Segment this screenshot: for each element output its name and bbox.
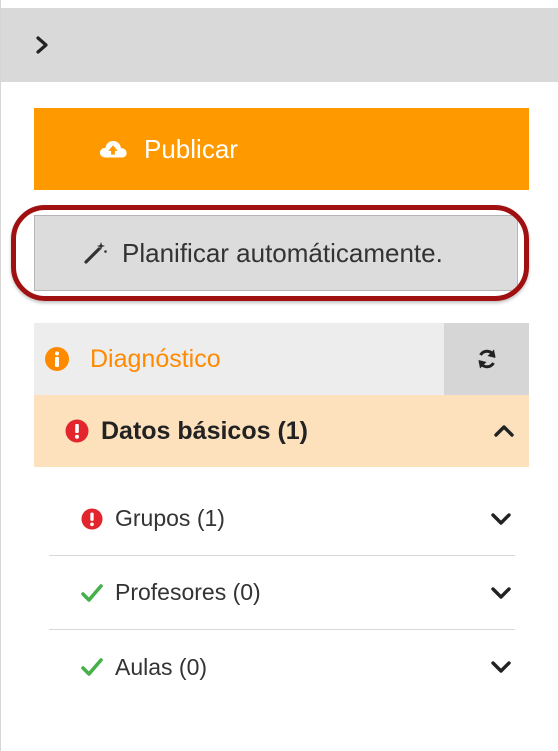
exclamation-circle-icon bbox=[81, 507, 103, 530]
chevron-down-icon[interactable] bbox=[490, 582, 512, 604]
check-icon bbox=[81, 583, 103, 602]
exclamation-circle-icon bbox=[65, 419, 89, 443]
refresh-icon bbox=[478, 349, 495, 369]
side-panel: Publicar Planificar automáticamente. Dia… bbox=[0, 0, 558, 751]
list-item-label: Grupos (1) bbox=[115, 505, 225, 531]
publish-label: Publicar bbox=[144, 133, 238, 164]
chevron-down-icon[interactable] bbox=[490, 656, 512, 678]
refresh-button[interactable] bbox=[444, 323, 529, 395]
chevron-down-icon[interactable] bbox=[490, 508, 512, 530]
list-item-label: Aulas (0) bbox=[115, 653, 208, 680]
list-item-profesores[interactable]: Profesores (0) bbox=[49, 556, 515, 630]
diagnostics-title: Diagnóstico bbox=[90, 344, 221, 373]
section-label: Datos básicos (1) bbox=[101, 416, 309, 445]
panel-topbar bbox=[1, 8, 558, 82]
section-datos-basicos[interactable]: Datos básicos (1) bbox=[34, 395, 529, 467]
chevron-right-icon[interactable] bbox=[33, 36, 51, 54]
check-icon bbox=[81, 658, 103, 676]
list-item-label: Profesores (0) bbox=[115, 579, 261, 605]
highlight-ring bbox=[11, 205, 529, 301]
chevron-up-icon[interactable] bbox=[493, 420, 515, 442]
cloud-upload-icon bbox=[99, 140, 127, 158]
publish-button[interactable]: Publicar bbox=[34, 108, 529, 190]
list-item-grupos[interactable]: Grupos (1) bbox=[49, 482, 515, 556]
list-item-aulas[interactable]: Aulas (0) bbox=[49, 630, 515, 704]
info-circle-icon bbox=[45, 347, 69, 371]
